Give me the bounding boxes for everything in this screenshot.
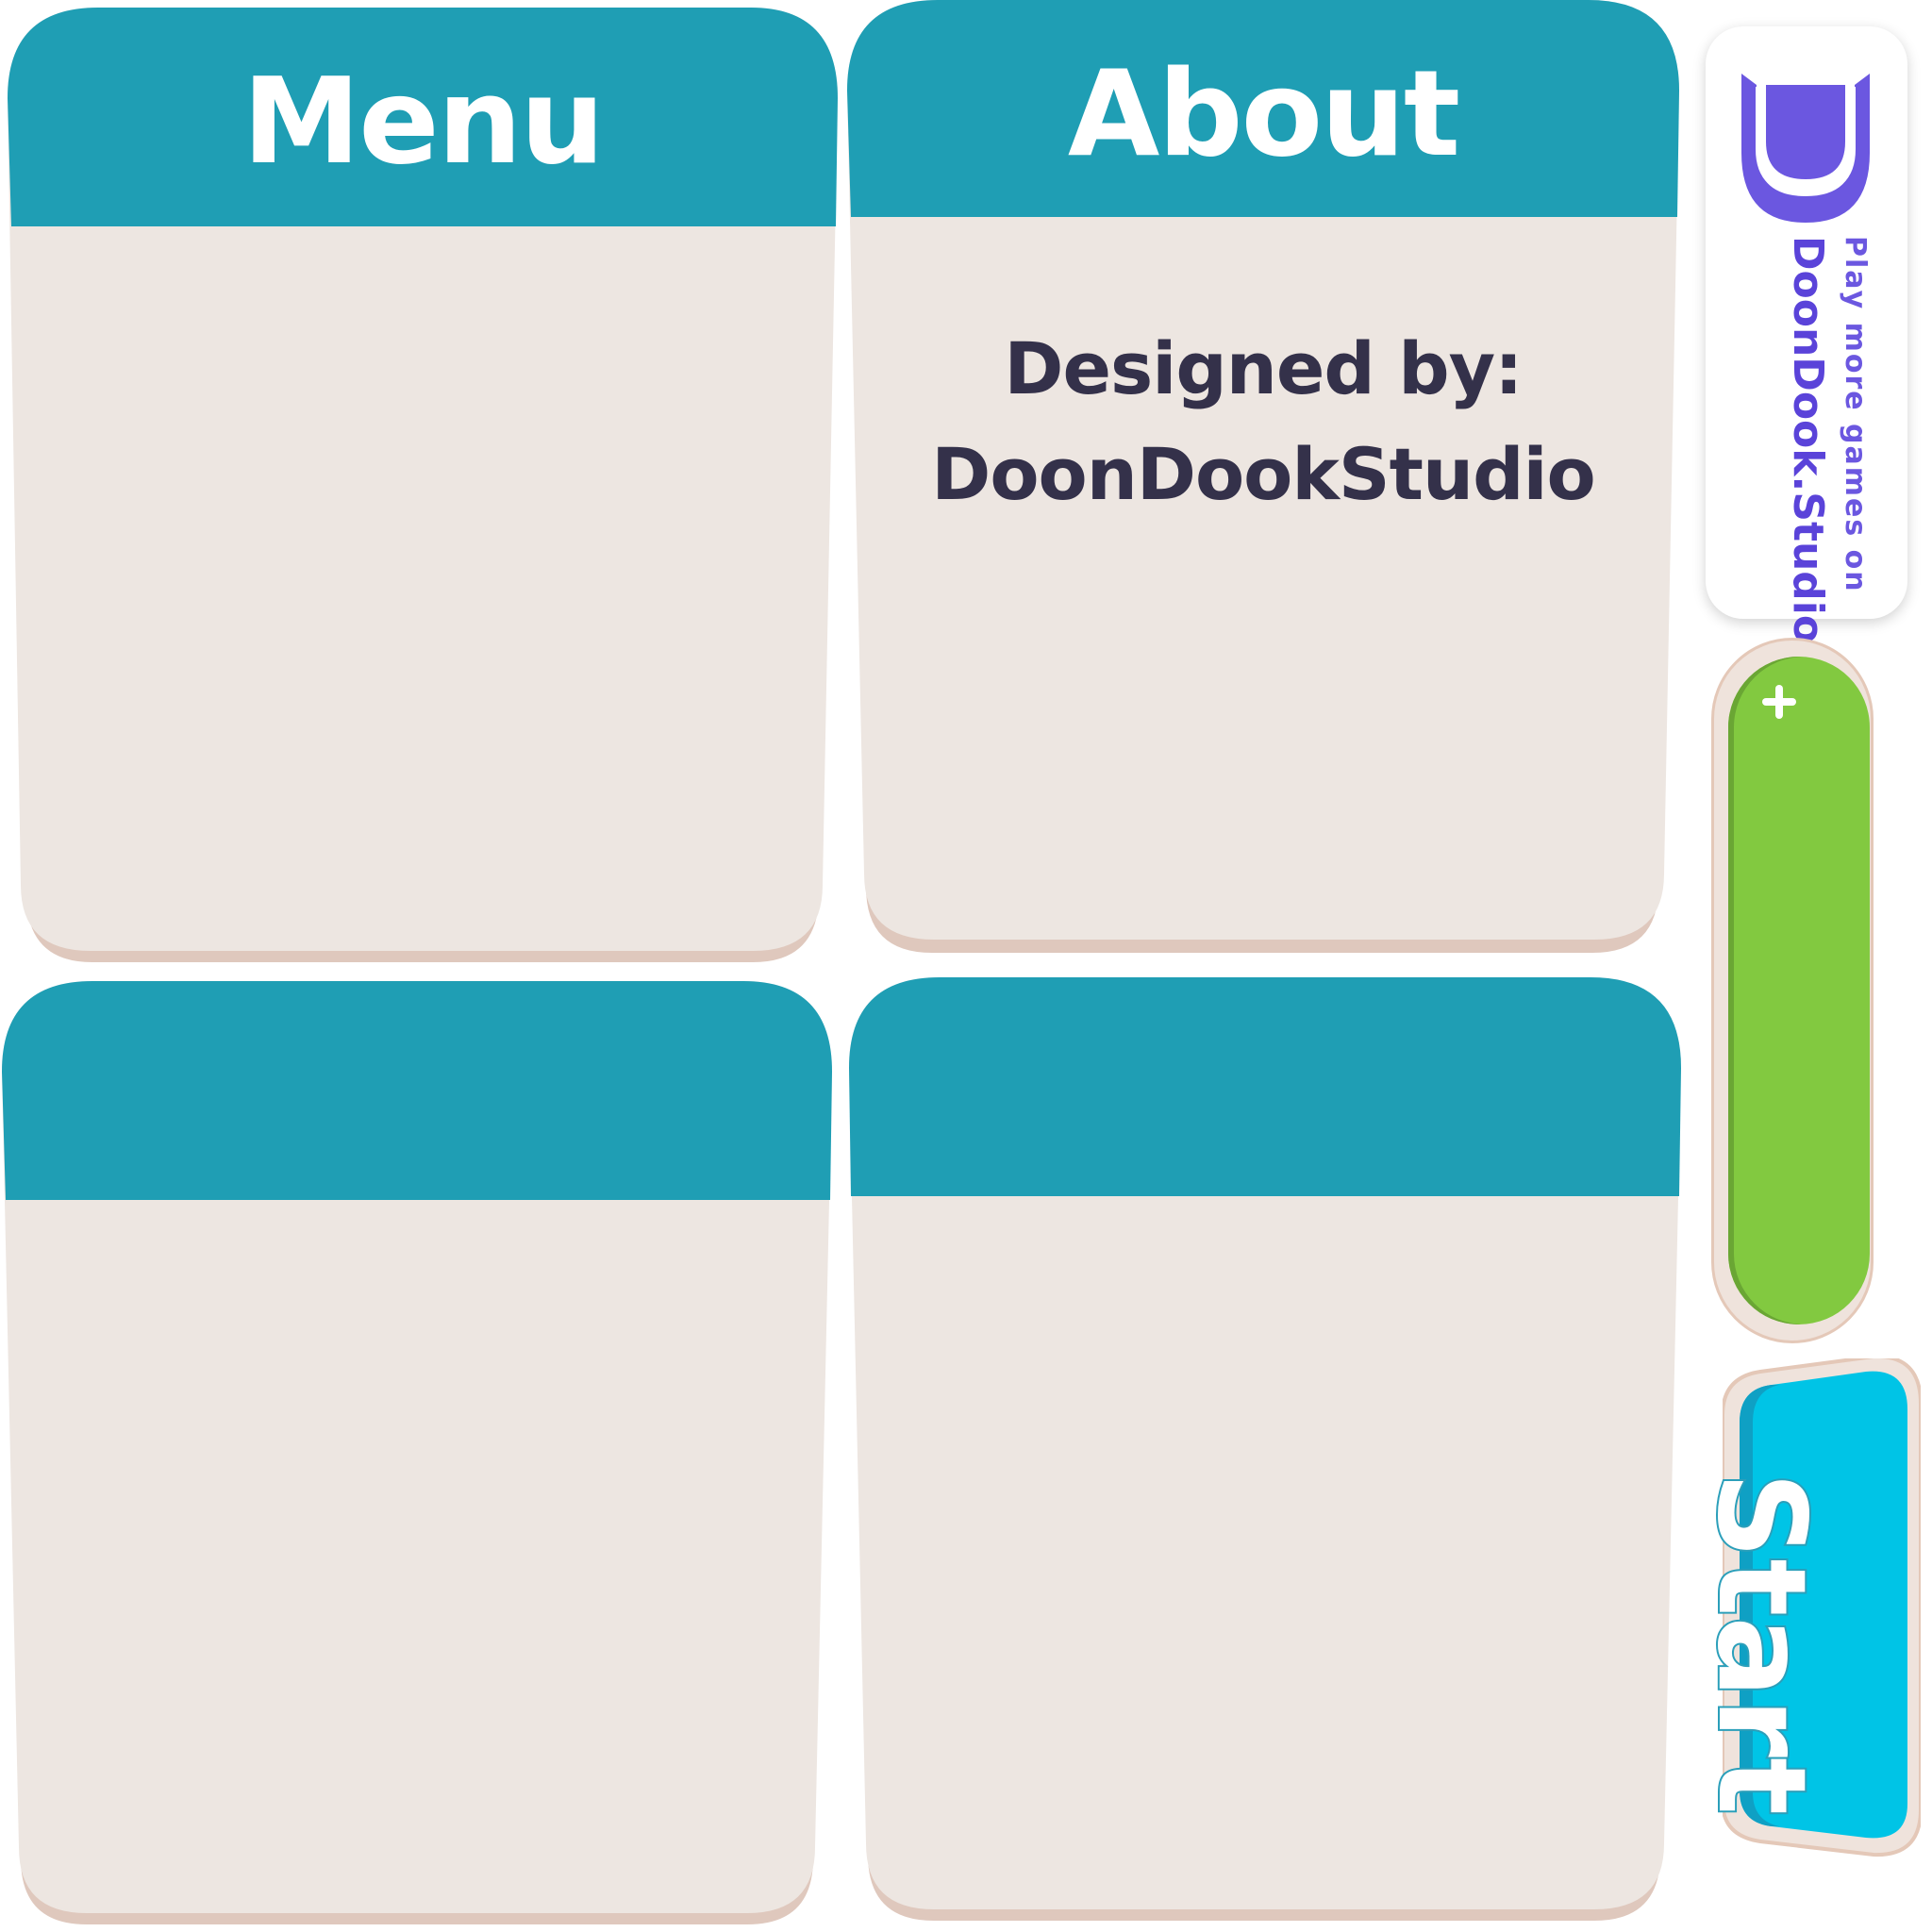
designed-by-label: Designed by: [1004,326,1523,410]
bottom-left-panel [2,981,832,1932]
start-label: Start [1689,1470,1833,1817]
green-button-body [1728,657,1870,1324]
menu-title: Menu [242,52,605,191]
start-button[interactable]: Start [1689,1358,1921,1858]
promo-line1: Play more games on [1839,236,1872,593]
doondook-promo-card[interactable]: Play more games on DoonDook.Studio [1706,26,1907,643]
promo-line2: DoonDook.Studio [1784,236,1832,644]
plus-icon [1762,685,1796,719]
promo-text: Play more games on DoonDook.Studio [1779,236,1874,643]
bottom-right-panel [849,977,1681,1932]
green-side-button[interactable] [1711,638,1883,1343]
designed-by-text: Designed by: DoonDookStudio [847,316,1679,527]
doondook-logo-icon [1741,74,1870,223]
menu-panel: Menu [8,8,838,970]
about-panel: About Designed by: DoonDookStudio [847,0,1679,964]
bottom-right-panel-shape [849,977,1681,1921]
studio-name: DoonDookStudio [931,432,1596,516]
bottom-left-panel-shape [2,981,832,1924]
about-title: About [1067,44,1460,183]
